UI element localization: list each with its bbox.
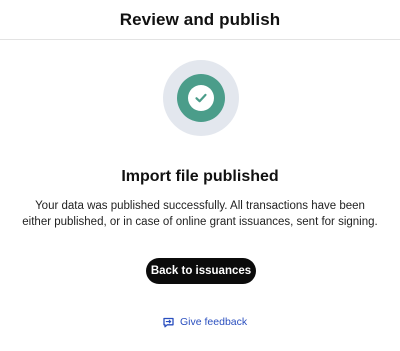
give-feedback-link[interactable]: Give feedback — [162, 315, 247, 329]
success-badge — [177, 74, 225, 122]
success-message: Your data was published successfully. Al… — [22, 200, 378, 228]
page-title: Review and publish — [119, 9, 281, 29]
check-circle-icon — [188, 85, 214, 111]
back-to-issuances-button[interactable]: Back to issuances — [146, 258, 256, 284]
page-header: Review and publish — [0, 0, 400, 40]
success-headline: Import file published — [121, 168, 279, 185]
feedback-icon — [162, 316, 175, 329]
success-illustration — [163, 60, 239, 136]
give-feedback-label: Give feedback — [180, 316, 248, 328]
